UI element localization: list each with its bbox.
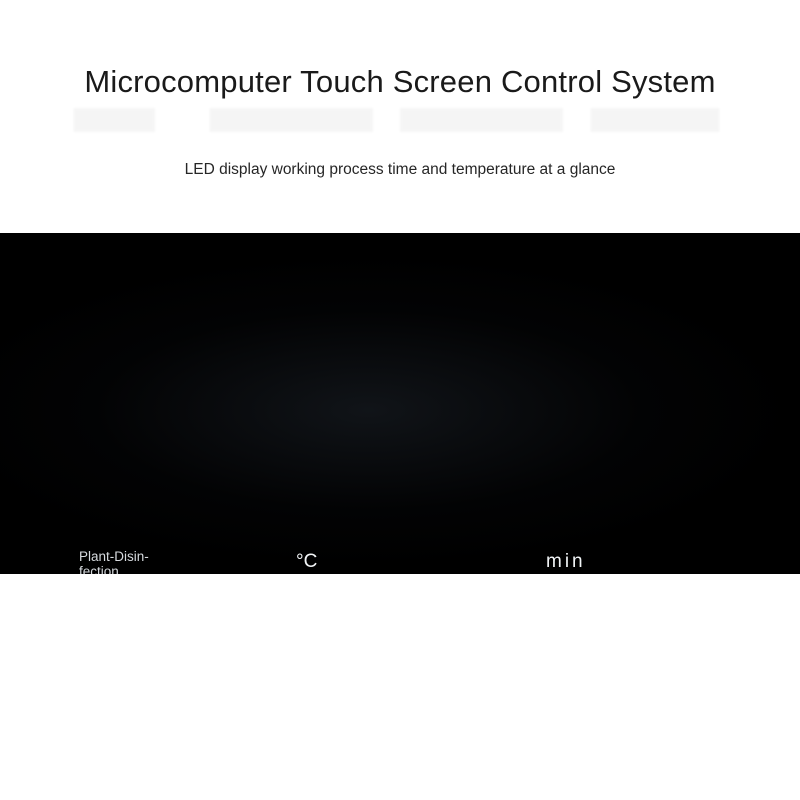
page-root: Microcomputer Touch Screen Control Syste… bbox=[0, 0, 800, 800]
panel-gloss bbox=[0, 233, 800, 574]
control-panel: Plant-Disin- fection °C min bbox=[0, 233, 800, 574]
celsius-unit-label: °C bbox=[296, 551, 318, 572]
page-subtitle: LED display working process time and tem… bbox=[184, 161, 616, 178]
footer-section: Disinfection Time: 0-120min Drying tempe… bbox=[0, 574, 800, 800]
watermark-artifact bbox=[60, 108, 740, 132]
header-section: Microcomputer Touch Screen Control Syste… bbox=[0, 0, 800, 233]
plant-disinfection-label: Plant-Disin- fection bbox=[79, 549, 149, 574]
page-title: Microcomputer Touch Screen Control Syste… bbox=[84, 64, 716, 99]
min-unit-label: min bbox=[546, 551, 586, 572]
